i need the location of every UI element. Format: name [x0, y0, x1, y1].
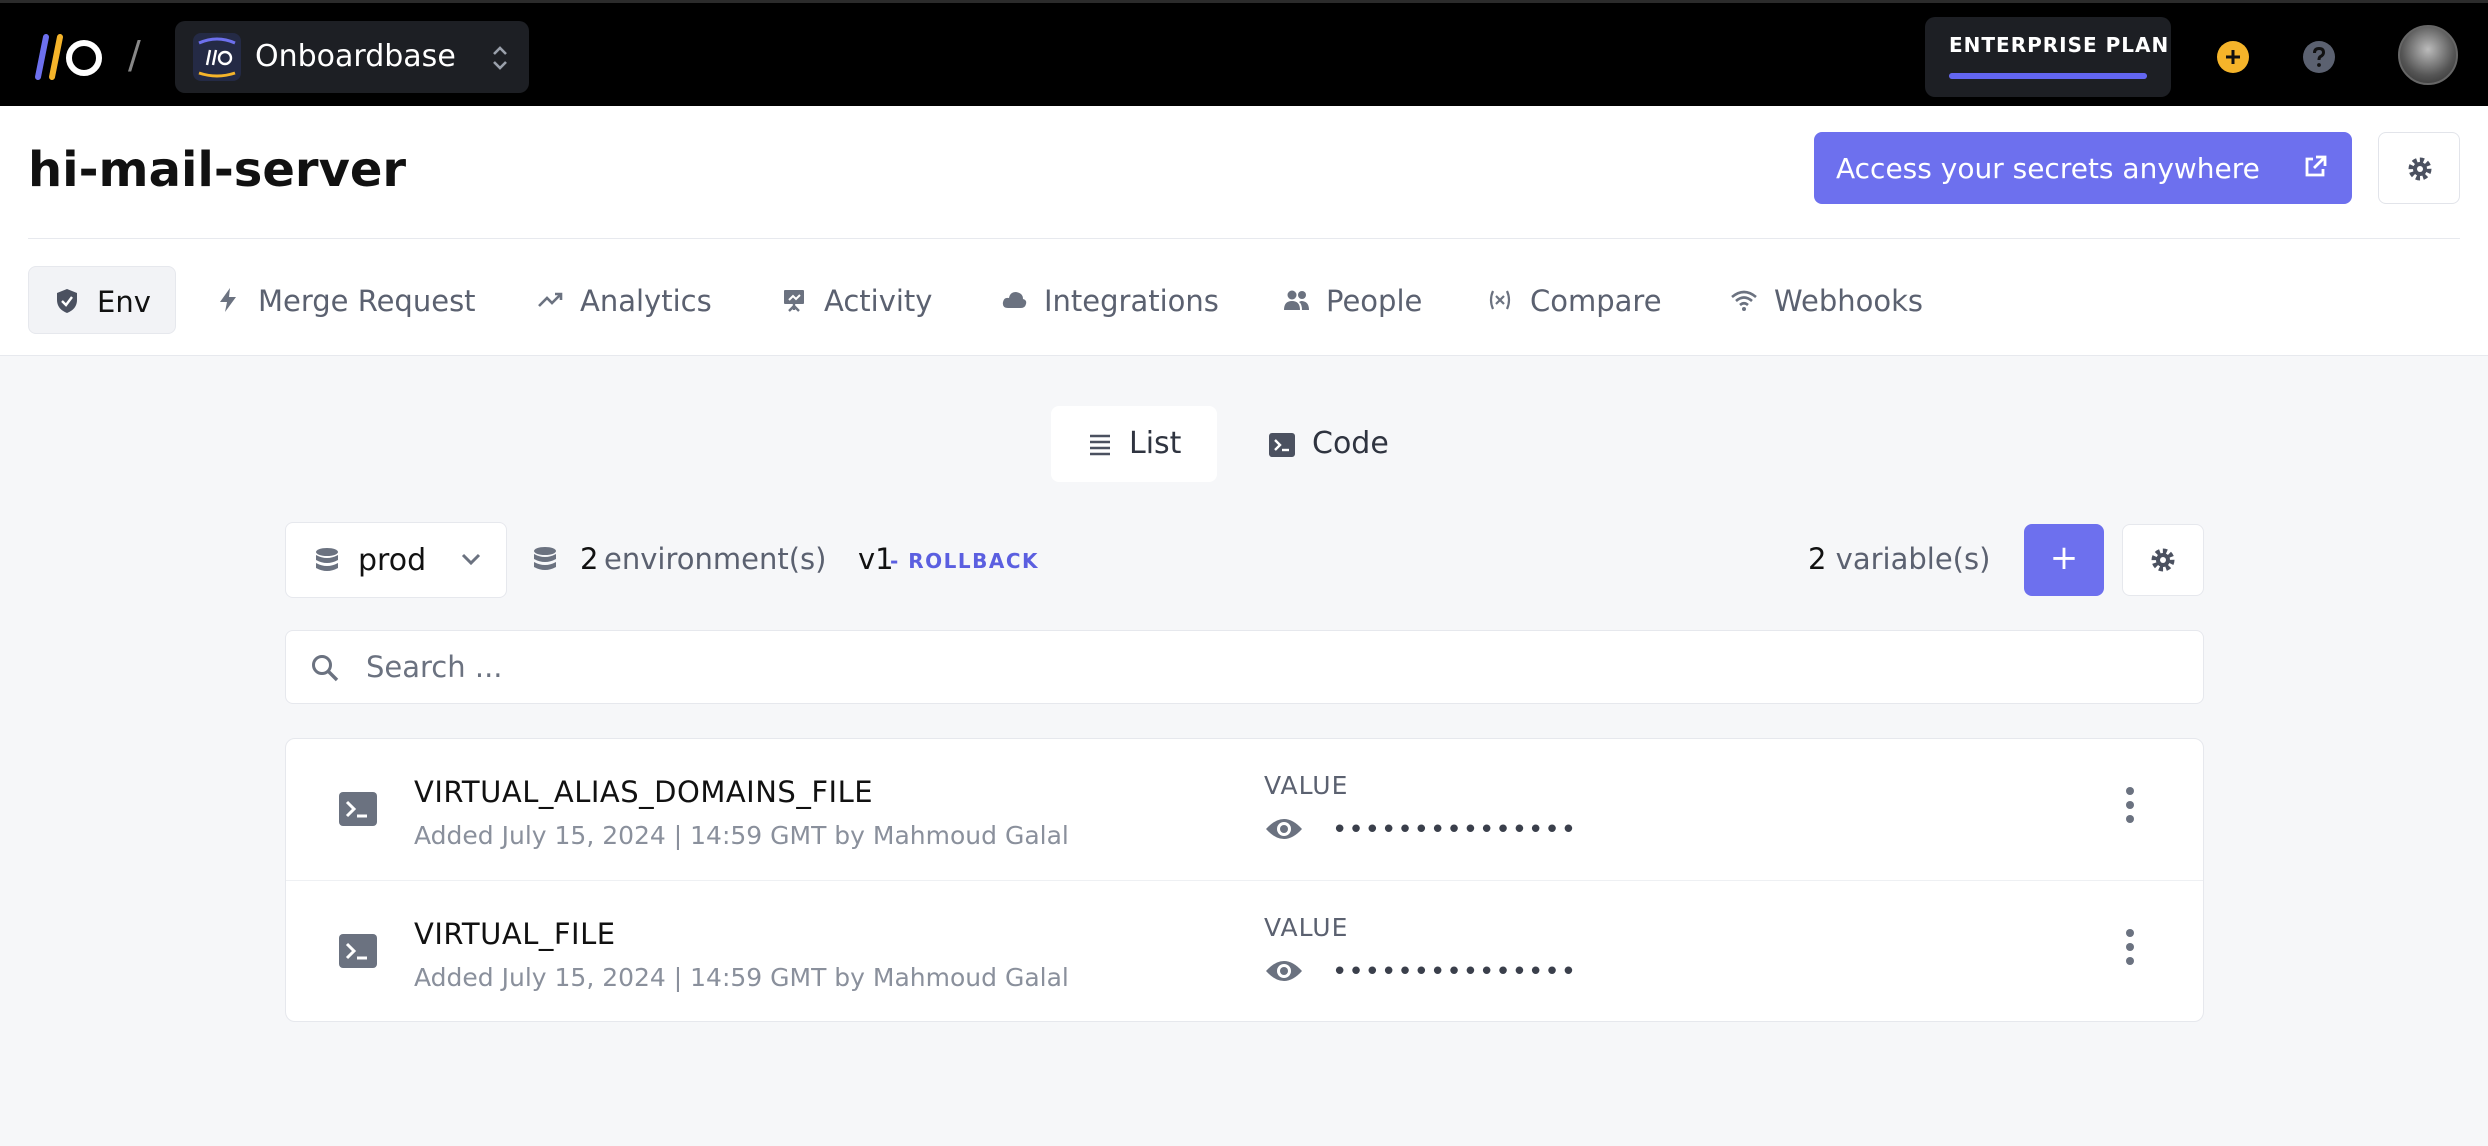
database-icon [316, 548, 338, 571]
tab-compare[interactable]: Compare [1462, 266, 1682, 334]
list-item[interactable]: VIRTUAL_ALIAS_DOMAINS_FILE Added July 15… [286, 739, 2203, 880]
eye-icon[interactable] [1264, 815, 1304, 843]
project-header: hi-mail-server Access your secrets anywh… [0, 106, 2488, 356]
tab-label: People [1326, 284, 1423, 318]
access-secrets-button[interactable]: Access your secrets anywhere [1814, 132, 2352, 204]
org-switcher[interactable]: Onboardbase [175, 21, 529, 93]
tab-label: Merge Request [258, 284, 476, 318]
tab-merge-request[interactable]: Merge Request [190, 266, 490, 334]
onboardbase-logo[interactable] [28, 33, 104, 81]
breadcrumb-separator: / [128, 33, 141, 77]
variable-count-number: 2 [1808, 542, 1827, 576]
list-settings-button[interactable] [2122, 524, 2204, 596]
masked-value: ••••••••••••••• [1332, 957, 1578, 987]
tab-label: Env [97, 285, 151, 319]
external-link-icon [2305, 155, 2327, 177]
help-icon[interactable] [2302, 40, 2336, 74]
more-options-icon[interactable] [2124, 785, 2136, 825]
gear-icon [2408, 157, 2432, 181]
plan-usage-bar [1949, 73, 2147, 79]
tab-env[interactable]: Env [28, 266, 176, 334]
gear-icon [2151, 548, 2175, 572]
variable-key: VIRTUAL_ALIAS_DOMAINS_FILE [414, 775, 874, 809]
more-options-icon[interactable] [2124, 927, 2136, 967]
cloud-icon [1002, 292, 1027, 308]
variable-meta: Added July 15, 2024 | 14:59 GMT by Mahmo… [414, 963, 1069, 992]
tab-webhooks[interactable]: Webhooks [1706, 266, 1946, 334]
terminal-icon [339, 934, 377, 968]
variable-key: VIRTUAL_FILE [414, 917, 616, 951]
org-name: Onboardbase [255, 39, 456, 74]
plan-label: ENTERPRISE PLAN [1949, 33, 2170, 57]
top-bar: / Onboardbase ENTERPRISE PLAN [0, 0, 2488, 106]
plus-circle-icon[interactable] [2216, 40, 2250, 74]
environment-count-number: 2 [580, 542, 599, 576]
page-title: hi-mail-server [28, 142, 407, 198]
presentation-icon [784, 290, 804, 312]
search-box [285, 630, 2204, 704]
tab-label: Activity [824, 284, 933, 318]
add-variable-button[interactable]: + [2024, 524, 2104, 596]
access-secrets-label: Access your secrets anywhere [1836, 152, 2260, 185]
variable-icon [1489, 290, 1511, 310]
shield-icon [57, 289, 77, 313]
tab-label: Integrations [1044, 284, 1219, 318]
tab-integrations[interactable]: Integrations [976, 266, 1246, 334]
database-icon [534, 547, 556, 570]
code-view-toggle[interactable]: Code [1234, 406, 1414, 482]
environment-select[interactable]: prod [285, 522, 507, 598]
value-label: VALUE [1264, 771, 1349, 800]
value-label: VALUE [1264, 913, 1349, 942]
masked-value: ••••••••••••••• [1332, 815, 1578, 845]
bolt-icon [220, 288, 236, 312]
org-logo [193, 33, 241, 81]
tab-people[interactable]: People [1258, 266, 1438, 334]
version-label: v1 [858, 542, 894, 576]
environment-value: prod [358, 543, 427, 578]
trend-icon [538, 292, 563, 307]
plan-badge[interactable]: ENTERPRISE PLAN [1925, 17, 2171, 97]
user-avatar[interactable] [2398, 25, 2458, 85]
chevron-up-down-icon [493, 46, 507, 70]
tab-label: Webhooks [1774, 284, 1923, 318]
tab-activity[interactable]: Activity [756, 266, 956, 334]
list-view-toggle[interactable]: List [1051, 406, 1217, 482]
project-settings-button[interactable] [2378, 132, 2460, 204]
search-input[interactable] [366, 645, 2166, 689]
variables-list: VIRTUAL_ALIAS_DOMAINS_FILE Added July 15… [285, 738, 2204, 1022]
header-divider [28, 238, 2460, 239]
variable-meta: Added July 15, 2024 | 14:59 GMT by Mahmo… [414, 821, 1069, 850]
tab-label: Compare [1530, 284, 1662, 318]
list-icon [1090, 434, 1110, 456]
list-view-label: List [1129, 426, 1182, 461]
rollback-link[interactable]: - ROLLBACK [890, 549, 1039, 573]
code-view-label: Code [1312, 426, 1389, 461]
search-icon [312, 655, 339, 682]
chevron-down-icon [461, 553, 481, 566]
wifi-icon [1731, 290, 1757, 311]
variable-count-label: variable(s) [1835, 542, 1991, 576]
list-item[interactable]: VIRTUAL_FILE Added July 15, 2024 | 14:59… [286, 880, 2203, 1021]
tab-analytics[interactable]: Analytics [512, 266, 732, 334]
tab-label: Analytics [580, 284, 712, 318]
eye-icon[interactable] [1264, 957, 1304, 985]
terminal-icon [1269, 433, 1295, 457]
people-icon [1284, 290, 1309, 310]
environment-count-label: environment(s) [604, 542, 827, 576]
terminal-icon [339, 792, 377, 826]
variable-count: 2 variable(s) [1808, 542, 1990, 576]
